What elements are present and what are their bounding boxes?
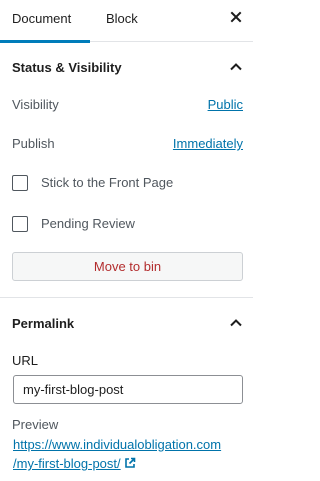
pending-review-option[interactable]: Pending Review (12, 216, 162, 234)
preview-link-line2: /my-first-blog-post/ (13, 456, 121, 471)
preview-link-line1: https://www.individualobligation.com (13, 437, 222, 452)
sticky-checkbox[interactable] (12, 175, 28, 191)
url-slug-input[interactable] (13, 375, 243, 404)
sticky-option[interactable]: Stick to the Front Page (12, 175, 212, 193)
move-to-bin-button[interactable]: Move to bin (12, 252, 243, 281)
external-link-icon (124, 457, 136, 469)
permalink-header[interactable]: Permalink (0, 314, 253, 334)
visibility-label: Visibility (12, 97, 59, 112)
document-settings-panel: Document Block Status & Visibility Visib… (0, 0, 253, 481)
status-visibility-header[interactable]: Status & Visibility (0, 58, 253, 78)
pending-review-label: Pending Review (41, 216, 135, 231)
tab-document[interactable]: Document (0, 0, 90, 43)
url-label: URL (12, 353, 39, 368)
publish-label: Publish (12, 136, 55, 151)
chevron-up-icon (230, 318, 242, 328)
section-title-permalink: Permalink (12, 316, 75, 331)
close-icon (229, 10, 243, 24)
sticky-label: Stick to the Front Page (41, 175, 174, 190)
preview-label: Preview (12, 417, 59, 432)
tab-block[interactable]: Block (106, 0, 152, 42)
visibility-toggle[interactable]: Public (208, 97, 243, 113)
sidebar-tabs: Document Block (0, 0, 253, 43)
section-divider (0, 297, 253, 298)
publish-date-toggle[interactable]: Immediately (173, 136, 243, 152)
pending-review-checkbox[interactable] (12, 216, 28, 232)
section-title-status-visibility: Status & Visibility (12, 60, 122, 75)
close-button[interactable] (229, 10, 243, 24)
chevron-up-icon (230, 62, 242, 72)
preview-link[interactable]: https://www.individualobligation.com /my… (13, 435, 245, 473)
